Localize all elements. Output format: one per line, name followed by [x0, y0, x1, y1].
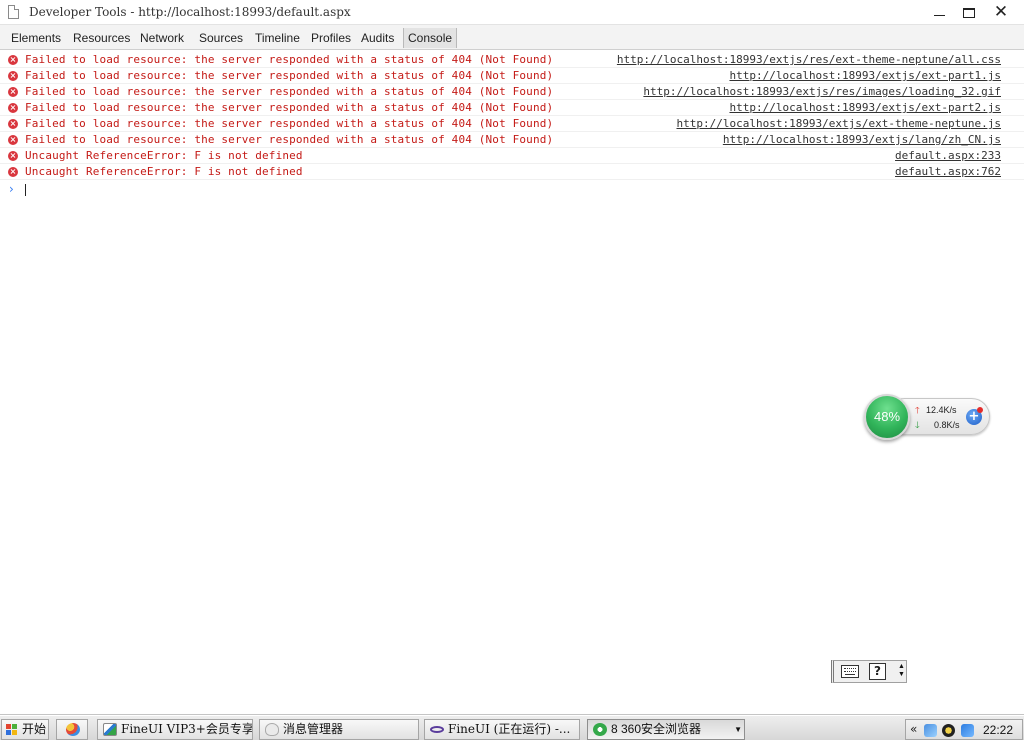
close-icon: ✕	[993, 2, 1009, 22]
browser-360-icon	[593, 723, 607, 736]
qq-icon	[265, 723, 279, 736]
console-message: × Failed to load resource: the server re…	[0, 100, 1024, 116]
taskbar-item-label: 8 360安全浏览器	[611, 722, 702, 736]
console-message: × Failed to load resource: the server re…	[0, 84, 1024, 100]
minimize-button[interactable]	[923, 0, 955, 25]
qq-tray-icon[interactable]	[942, 724, 955, 737]
console-message-text: Failed to load resource: the server resp…	[25, 101, 554, 114]
maximize-icon	[963, 7, 975, 18]
taskbar-item-label: 消息管理器	[283, 722, 344, 736]
error-icon: ×	[8, 119, 18, 129]
console-message: × Failed to load resource: the server re…	[0, 52, 1024, 68]
console-message-text: Uncaught ReferenceError: F is not define…	[25, 165, 303, 178]
console-message-source-link[interactable]: default.aspx:233	[895, 149, 1001, 162]
minimize-icon	[933, 15, 945, 16]
console-prompt[interactable]: ›	[0, 182, 1024, 198]
error-icon: ×	[8, 151, 18, 161]
error-icon: ×	[8, 167, 18, 177]
maximize-button[interactable]	[953, 0, 985, 25]
tab-audits[interactable]: Audits	[357, 28, 398, 48]
console-message: × Failed to load resource: the server re…	[0, 68, 1024, 84]
system-tray: « 22:22	[905, 719, 1023, 740]
network-speed-widget[interactable]: 48% 🡑 12.4K/s 🡓 0.8K/s +	[864, 394, 991, 440]
taskbar-item-label: FineUI VIP3+会员专享	[121, 722, 253, 736]
prompt-chevron-icon: ›	[9, 182, 14, 196]
error-icon: ×	[8, 103, 18, 113]
console-message-text: Failed to load resource: the server resp…	[25, 85, 554, 98]
console-message-source-link[interactable]: http://localhost:18993/extjs/ext-part1.j…	[729, 69, 1001, 82]
chevron-down-icon: ▼	[734, 725, 742, 734]
app-tray-icon[interactable]	[961, 724, 974, 737]
usage-ball[interactable]: 48%	[864, 394, 910, 440]
ime-options-button[interactable]: ▲ ▼	[898, 663, 905, 679]
console-message-text: Failed to load resource: the server resp…	[25, 53, 554, 66]
console-message-source-link[interactable]: http://localhost:18993/extjs/ext-part2.j…	[729, 101, 1001, 114]
keyboard-icon[interactable]	[841, 665, 859, 678]
upload-speed: 12.4K/s	[926, 405, 957, 415]
console-message-text: Failed to load resource: the server resp…	[25, 69, 554, 82]
chart-icon	[103, 723, 117, 736]
taskbar-item-label: FineUI (正在运行) -...	[448, 722, 571, 736]
notification-dot	[977, 407, 983, 413]
devtools-tab-bar: Elements Resources Network Sources Timel…	[0, 25, 1024, 50]
console-message-source-link[interactable]: default.aspx:762	[895, 165, 1001, 178]
console-message: × Uncaught ReferenceError: F is not defi…	[0, 164, 1024, 180]
tab-network[interactable]: Network	[136, 28, 188, 48]
tab-profiles[interactable]: Profiles	[307, 28, 355, 48]
windows-logo-icon	[6, 724, 18, 736]
visual-studio-icon	[430, 726, 444, 733]
taskbar-item-fineui-vip[interactable]: FineUI VIP3+会员专享	[97, 719, 253, 740]
window-title-bar: Developer Tools - http://localhost:18993…	[0, 0, 1024, 25]
close-button[interactable]: ✕	[985, 0, 1017, 25]
ime-toolbar: ? ▲ ▼	[831, 660, 907, 683]
error-icon: ×	[8, 87, 18, 97]
window-title: Developer Tools - http://localhost:18993…	[29, 5, 351, 19]
console-message-text: Uncaught ReferenceError: F is not define…	[25, 149, 303, 162]
console-message-source-link[interactable]: http://localhost:18993/extjs/lang/zh_CN.…	[723, 133, 1001, 146]
taskbar-item-visual-studio[interactable]: FineUI (正在运行) -...	[424, 719, 580, 740]
tab-resources[interactable]: Resources	[69, 28, 134, 48]
taskbar-item-message-manager[interactable]: 消息管理器	[259, 719, 419, 740]
download-speed: 0.8K/s	[934, 420, 960, 430]
chevron-up-icon: ▲	[898, 663, 905, 670]
tab-elements[interactable]: Elements	[7, 28, 65, 48]
colorful-app-icon	[66, 723, 80, 736]
chevron-down-icon: ▼	[898, 671, 905, 678]
tab-console[interactable]: Console	[403, 28, 458, 48]
tab-timeline[interactable]: Timeline	[251, 28, 304, 48]
upload-arrow-icon: 🡑	[915, 405, 920, 415]
text-caret	[25, 184, 26, 196]
console-message-text: Failed to load resource: the server resp…	[25, 133, 554, 146]
download-arrow-icon: 🡓	[915, 420, 920, 430]
network-tray-icon[interactable]	[924, 724, 937, 737]
error-icon: ×	[8, 55, 18, 65]
console-message: × Uncaught ReferenceError: F is not defi…	[0, 148, 1024, 164]
tab-sources[interactable]: Sources	[195, 28, 247, 48]
console-message: × Failed to load resource: the server re…	[0, 116, 1024, 132]
error-icon: ×	[8, 71, 18, 81]
console-message: × Failed to load resource: the server re…	[0, 132, 1024, 148]
help-icon[interactable]: ?	[869, 663, 886, 680]
document-icon	[8, 5, 19, 19]
start-label: 开始	[22, 722, 47, 736]
console-message-source-link[interactable]: http://localhost:18993/extjs/res/ext-the…	[617, 53, 1001, 66]
taskbar-item-360-browser[interactable]: 8 360安全浏览器 ▼	[587, 719, 745, 740]
console-panel[interactable]: × Failed to load resource: the server re…	[0, 51, 1024, 711]
taskbar: 开始 FineUI VIP3+会员专享 消息管理器 FineUI (正在运行) …	[0, 715, 1024, 740]
error-icon: ×	[8, 135, 18, 145]
console-message-source-link[interactable]: http://localhost:18993/extjs/res/images/…	[643, 85, 1001, 98]
tray-expand-icon[interactable]: «	[910, 722, 917, 736]
console-message-text: Failed to load resource: the server resp…	[25, 117, 554, 130]
console-message-source-link[interactable]: http://localhost:18993/extjs/ext-theme-n…	[676, 117, 1001, 130]
start-button[interactable]: 开始	[1, 719, 49, 740]
quick-launch[interactable]	[56, 719, 88, 740]
clock[interactable]: 22:22	[983, 723, 1013, 737]
